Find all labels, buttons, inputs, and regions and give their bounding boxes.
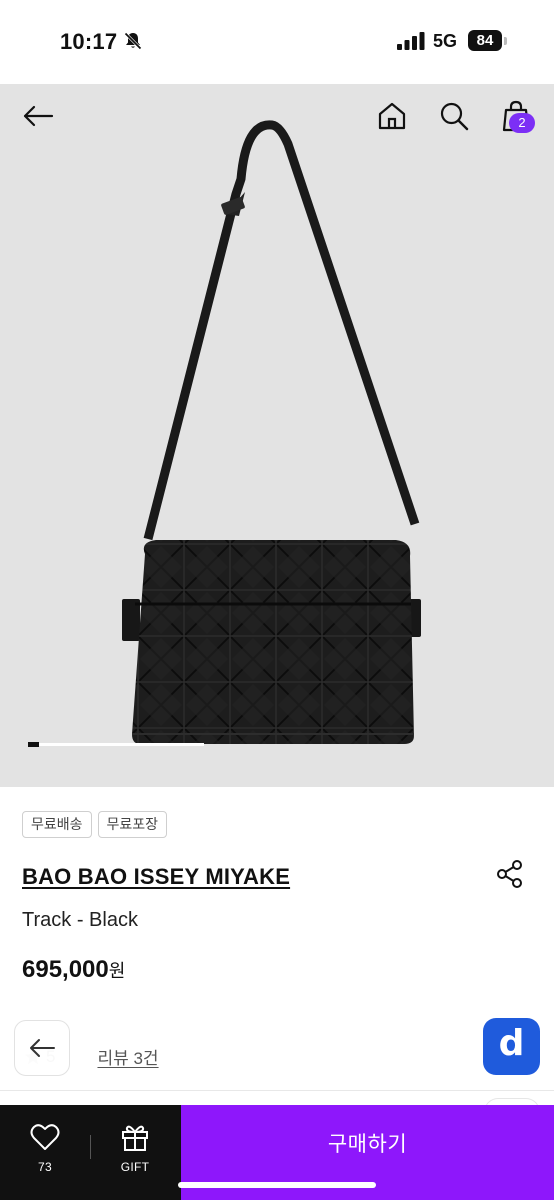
signal-icon (397, 32, 425, 50)
home-icon (378, 102, 406, 130)
brand-link[interactable]: BAO BAO ISSEY MIYAKE (22, 864, 290, 890)
d-app-button[interactable]: d (483, 1018, 540, 1075)
status-bar: 10:17 5G 84 (0, 0, 554, 84)
product-price: 695,000원 (22, 956, 125, 984)
product-tags: 무료배송 무료포장 (22, 811, 168, 838)
network-label: 5G (433, 31, 458, 51)
back-arrow-icon (23, 105, 54, 127)
gift-button[interactable]: GIFT (100, 1123, 170, 1174)
floating-back-button[interactable] (14, 1020, 70, 1076)
like-count: 73 (38, 1160, 52, 1174)
back-button[interactable] (18, 96, 58, 136)
bell-muted-icon (124, 32, 142, 50)
gallery-progress-fill (28, 742, 39, 747)
home-indicator (178, 1182, 376, 1188)
bottom-bar-left: 73 GIFT (0, 1105, 181, 1200)
tag-free-wrapping: 무료포장 (97, 811, 168, 838)
search-icon (440, 102, 469, 131)
home-button[interactable] (372, 96, 412, 136)
share-icon (497, 860, 522, 888)
product-image (122, 120, 421, 744)
gift-icon (122, 1125, 148, 1151)
price-unit: 원 (108, 961, 126, 981)
section-divider (0, 1090, 554, 1091)
gift-label: GIFT (120, 1160, 150, 1174)
gallery-progress (28, 742, 204, 747)
cart-count-badge: 2 (509, 113, 535, 133)
status-time: 10:17 (60, 29, 118, 54)
product-name: Track - Black (22, 909, 138, 931)
price-amount: 695,000 (22, 956, 109, 983)
battery-tip (504, 37, 507, 45)
product-image-gallery[interactable]: 2 (0, 84, 554, 787)
bottom-bar-separator (90, 1135, 91, 1159)
battery-icon: 84 (468, 30, 502, 51)
heart-icon (30, 1124, 60, 1150)
tag-free-shipping: 무료배송 (22, 811, 92, 838)
like-button[interactable]: 73 (10, 1123, 80, 1174)
back-arrow-icon (30, 1039, 55, 1057)
share-button[interactable] (494, 858, 526, 890)
search-button[interactable] (434, 96, 474, 136)
reviews-link[interactable]: 리뷰 3건 (97, 1044, 158, 1069)
